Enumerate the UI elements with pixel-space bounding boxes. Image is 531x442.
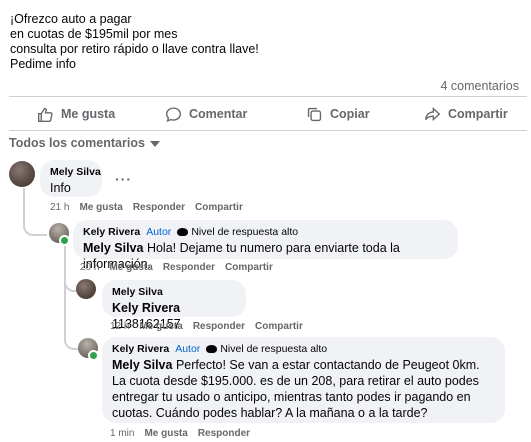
comment-like-link[interactable]: Me gusta <box>109 262 152 273</box>
comment-button[interactable]: Comentar <box>165 98 247 130</box>
mention-link[interactable]: Mely Silva <box>112 358 172 372</box>
comment-sort-dropdown[interactable]: Todos los comentarios <box>9 136 160 150</box>
comment-bubble: Mely Silva Kely Rivera 1138162157 <box>102 280 246 331</box>
comment-actions: 12 h Me gusta Responder Compartir <box>110 321 303 332</box>
share-button[interactable]: Compartir <box>424 98 508 130</box>
share-arrow-icon <box>425 106 441 121</box>
comment-author[interactable]: Kely Rivera <box>112 343 169 355</box>
comment-like-link[interactable]: Me gusta <box>139 321 182 332</box>
mention-link[interactable]: Kely Rivera <box>112 301 180 315</box>
comment-reply-link[interactable]: Responder <box>198 428 250 439</box>
post-line: en cuotas de $195mil por mes <box>10 27 178 41</box>
badge-label: Nivel de respuesta alto <box>191 226 299 238</box>
copy-button[interactable]: Copiar <box>306 98 370 130</box>
like-label: Me gusta <box>61 107 116 121</box>
more-options-icon[interactable]: ··· <box>115 171 132 187</box>
response-badge: Nivel de respuesta alto <box>206 343 327 355</box>
copy-icon <box>307 107 322 121</box>
thumbs-up-icon <box>38 107 53 122</box>
comment-bubble-icon <box>166 106 181 122</box>
copy-label: Copiar <box>330 107 370 121</box>
divider <box>9 96 527 97</box>
avatar[interactable] <box>9 161 35 187</box>
thread-connector <box>64 300 78 350</box>
comment-author[interactable]: Mely Silva <box>50 166 101 178</box>
author-role-label: Autor <box>175 343 201 355</box>
comment-text: Info <box>50 181 71 195</box>
comment-time[interactable]: 21 h <box>50 202 69 213</box>
comment-reply-link[interactable]: Responder <box>133 202 185 213</box>
badge-label: Nivel de respuesta alto <box>220 343 328 355</box>
comment-bubble: Kely Rivera Autor Nivel de respuesta alt… <box>73 220 458 271</box>
comment-actions: 21 h Me gusta Responder Compartir <box>50 202 243 213</box>
share-label: Compartir <box>448 107 508 121</box>
comment-bubble: Kely Rivera Autor Nivel de respuesta alt… <box>102 337 505 423</box>
comment-like-link[interactable]: Me gusta <box>79 202 122 213</box>
comment-header: Kely Rivera Autor Nivel de respuesta alt… <box>112 343 495 355</box>
comment-author[interactable]: Mely Silva <box>112 286 236 298</box>
comment-count-link[interactable]: 4 comentarios <box>440 79 519 93</box>
megaphone-icon <box>177 228 189 236</box>
response-badge: Nivel de respuesta alto <box>177 226 298 238</box>
comment-like-link[interactable]: Me gusta <box>144 428 187 439</box>
comment-author[interactable]: Kely Rivera <box>83 226 140 238</box>
author-role-label: Autor <box>146 226 172 238</box>
divider <box>9 130 527 131</box>
comment-share-link[interactable]: Compartir <box>255 321 303 332</box>
comment-time[interactable]: 12 h <box>110 321 129 332</box>
comment-header: Kely Rivera Autor Nivel de respuesta alt… <box>83 226 448 238</box>
megaphone-icon <box>206 345 218 353</box>
thread-connector <box>23 188 47 236</box>
post-line: consulta por retiro rápido o llave contr… <box>10 42 259 56</box>
post-line: Pedime info <box>10 57 77 71</box>
avatar[interactable] <box>76 279 96 299</box>
comment-text: Mely Silva Perfecto! Se van a estar cont… <box>112 357 492 421</box>
like-button[interactable]: Me gusta <box>37 98 115 130</box>
post-line: ¡Ofrezco auto a pagar <box>10 12 132 26</box>
comment-actions: 20 h Me gusta Responder Compartir <box>80 262 273 273</box>
thread-connector <box>64 258 76 292</box>
online-status-dot <box>59 235 70 246</box>
online-status-dot <box>88 350 99 361</box>
comment-share-link[interactable]: Compartir <box>225 262 273 273</box>
comment-reply-link[interactable]: Responder <box>193 321 245 332</box>
comment-bubble: Mely Silva Info <box>40 160 102 197</box>
comment-reply-link[interactable]: Responder <box>163 262 215 273</box>
post-text: ¡Ofrezco auto a pagar en cuotas de $195m… <box>10 12 259 72</box>
comment-share-link[interactable]: Compartir <box>195 202 243 213</box>
sort-label: Todos los comentarios <box>9 136 145 150</box>
comment-actions: 1 min Me gusta Responder <box>110 428 250 439</box>
mention-link[interactable]: Mely Silva <box>83 241 143 255</box>
comment-time[interactable]: 20 h <box>80 262 99 273</box>
caret-down-icon <box>149 141 160 147</box>
comment-label: Comentar <box>189 107 248 121</box>
post-action-bar: Me gusta Comentar Copiar Compartir <box>0 98 531 130</box>
comment-time[interactable]: 1 min <box>110 428 134 439</box>
